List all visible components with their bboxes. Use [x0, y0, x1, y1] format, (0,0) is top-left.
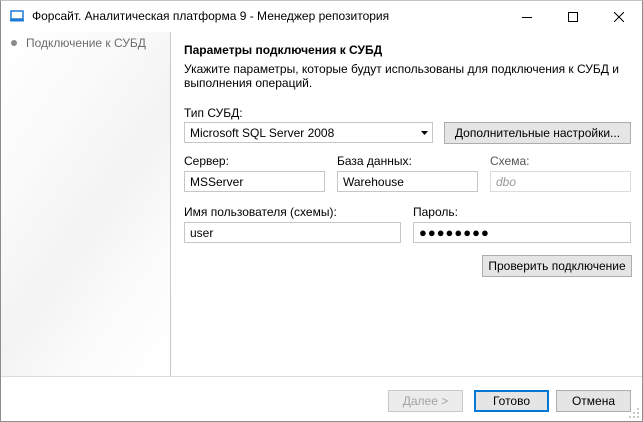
close-button[interactable] [596, 1, 642, 32]
step-dbms-connection: Подключение к СУБД [11, 36, 146, 50]
footer-divider [1, 376, 642, 377]
page-title: Параметры подключения к СУБД [184, 43, 383, 57]
dbms-type-select[interactable]: Microsoft SQL Server 2008 [184, 122, 433, 143]
close-icon [614, 11, 624, 22]
finish-button[interactable]: Готово [474, 390, 549, 412]
window-title: Форсайт. Аналитическая платформа 9 - Мен… [32, 9, 390, 23]
schema-input[interactable] [490, 171, 631, 192]
page-description: Укажите параметры, которые будут использ… [184, 62, 619, 90]
minimize-icon [522, 16, 532, 18]
resize-grip-icon[interactable] [628, 407, 640, 419]
next-button[interactable]: Далее > [388, 390, 463, 412]
server-input[interactable] [184, 171, 325, 192]
database-label: База данных: [337, 154, 412, 168]
username-input[interactable] [184, 222, 401, 243]
password-label: Пароль: [413, 205, 458, 219]
chevron-down-icon [416, 130, 432, 135]
cancel-button[interactable]: Отмена [556, 390, 631, 412]
wizard-steps-sidebar: Подключение к СУБД [1, 32, 171, 376]
dbms-type-label: Тип СУБД: [184, 106, 243, 120]
minimize-button[interactable] [504, 1, 550, 32]
dialog-window: Форсайт. Аналитическая платформа 9 - Мен… [0, 0, 643, 422]
username-label: Имя пользователя (схемы): [184, 205, 337, 219]
step-bullet-icon [11, 40, 17, 46]
step-label: Подключение к СУБД [26, 36, 146, 50]
dbms-type-value: Microsoft SQL Server 2008 [190, 125, 335, 140]
test-connection-button[interactable]: Проверить подключение [482, 255, 632, 277]
schema-label: Схема: [490, 154, 530, 168]
title-bar: Форсайт. Аналитическая платформа 9 - Мен… [1, 1, 642, 32]
maximize-icon [568, 11, 578, 22]
maximize-button[interactable] [550, 1, 596, 32]
server-label: Сервер: [184, 154, 229, 168]
database-input[interactable] [337, 171, 478, 192]
app-icon [10, 10, 24, 22]
password-input[interactable]: ●●●●●●●● [413, 222, 631, 243]
advanced-settings-button[interactable]: Дополнительные настройки... [444, 122, 631, 144]
